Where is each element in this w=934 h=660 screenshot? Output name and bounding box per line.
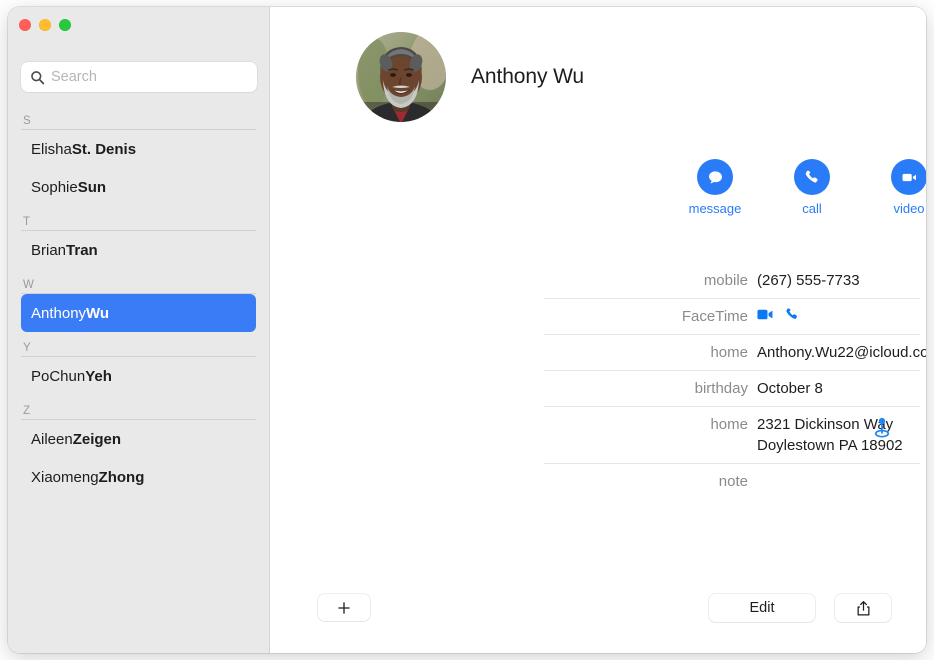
- zoom-window-button[interactable]: [59, 19, 71, 31]
- edit-button-label: Edit: [749, 600, 775, 616]
- field-value: 2321 Dickinson Way Doylestown PA 18902: [757, 414, 920, 456]
- video-action-label: video: [893, 201, 925, 216]
- contact-row[interactable]: Elisha St. Denis: [21, 130, 256, 168]
- field-label: note: [718, 473, 748, 490]
- field-row-home[interactable]: home 2321 Dickinson Way Doylestown PA 1890…: [544, 407, 920, 464]
- search-field[interactable]: [21, 62, 257, 92]
- field-label: home: [710, 416, 748, 433]
- section-header-s: S: [21, 107, 256, 130]
- field-value: Anthony.Wu22@icloud.com: [757, 344, 926, 361]
- quick-actions: messagecallvideomail: [689, 159, 926, 216]
- contact-photo-illustration: [356, 32, 446, 122]
- contacts-window: SElisha St. DenisSophie SunTBrian TranWA…: [8, 7, 926, 653]
- contact-last-name: Wu: [86, 304, 110, 322]
- address-line-2: Doylestown PA 18902: [757, 437, 903, 454]
- contact-last-name: Zhong: [98, 468, 145, 486]
- contact-row[interactable]: Sophie Sun: [21, 168, 256, 206]
- field-label: mobile: [703, 272, 748, 289]
- contact-last-name: Tran: [66, 241, 98, 259]
- contact-fields: mobile (267) 555-7733 FaceTime home Anthony.…: [544, 263, 926, 499]
- contact-row[interactable]: Xiaomeng Zhong: [21, 458, 256, 496]
- contact-row[interactable]: PoChun Yeh: [21, 357, 256, 395]
- field-row-note[interactable]: note: [544, 464, 920, 499]
- close-window-button[interactable]: [19, 19, 31, 31]
- contact-header: Anthony Wu: [356, 32, 584, 122]
- field-label: FaceTime: [681, 308, 748, 325]
- message-action-label: message: [688, 201, 742, 216]
- message-bubble-icon: [697, 159, 733, 195]
- contact-last-name: Yeh: [85, 367, 112, 385]
- sidebar: SElisha St. DenisSophie SunTBrian TranWA…: [8, 7, 270, 653]
- contact-list[interactable]: S Elisha St. Denis Sophie Sun T Brian Tran W A…: [8, 107, 269, 653]
- message-action-button[interactable]: message: [689, 159, 741, 216]
- phone-icon: [794, 159, 830, 195]
- contact-first-name: Aileen: [31, 430, 73, 448]
- share-icon: [857, 600, 869, 615]
- call-action-label: call: [802, 201, 822, 216]
- field-value: October 8: [757, 380, 823, 397]
- contact-first-name: Brian: [31, 241, 67, 259]
- field-label: home: [710, 344, 748, 361]
- contact-row[interactable]: Brian Tran: [21, 231, 256, 269]
- facetime-audio-icon[interactable]: [784, 306, 800, 322]
- contact-detail-pane: Anthony Wu messagecallvideomail mobile(2…: [270, 7, 926, 653]
- contact-last-name: St. Denis: [71, 140, 137, 158]
- field-row-mobile[interactable]: mobile (267) 555-7733: [544, 263, 920, 299]
- field-row-facetime[interactable]: FaceTime: [544, 299, 920, 335]
- contact-row[interactable]: Anthony Wu: [21, 294, 256, 332]
- map-pin-button[interactable]: [873, 417, 891, 439]
- contact-name: Anthony Wu: [471, 65, 585, 88]
- section-header-y: Y: [21, 332, 256, 357]
- contact-first-name: Xiaomeng: [31, 468, 99, 486]
- contact-first-name: PoChun: [31, 367, 86, 385]
- field-value: (267) 555-7733: [757, 272, 860, 289]
- facetime-icons[interactable]: [757, 306, 920, 322]
- traffic-lights: [19, 19, 71, 31]
- field-label: birthday: [694, 380, 748, 397]
- field-row-birthday[interactable]: birthday October 8: [544, 371, 920, 407]
- plus-icon: [338, 601, 350, 614]
- bottom-toolbar: Edit: [270, 581, 926, 653]
- contact-last-name: Zeigen: [72, 430, 122, 448]
- section-header-w: W: [21, 269, 256, 294]
- section-header-z: Z: [21, 395, 256, 420]
- share-button[interactable]: [835, 594, 891, 622]
- address-line-1: 2321 Dickinson Way: [757, 416, 894, 433]
- search-input[interactable]: [51, 62, 249, 92]
- field-row-home[interactable]: home Anthony.Wu22@icloud.com: [544, 335, 926, 371]
- add-contact-button[interactable]: [318, 594, 370, 621]
- contact-first-name: Sophie: [31, 178, 78, 196]
- contact-row[interactable]: Aileen Zeigen: [21, 420, 256, 458]
- avatar[interactable]: [356, 32, 446, 122]
- map-pin-icon[interactable]: [873, 417, 891, 439]
- call-action-button[interactable]: call: [791, 159, 833, 216]
- contact-last-name: Sun: [77, 178, 107, 196]
- contact-first-name: Anthony: [31, 304, 87, 322]
- minimize-window-button[interactable]: [39, 19, 51, 31]
- section-header-t: T: [21, 206, 256, 231]
- edit-button[interactable]: Edit: [709, 594, 815, 622]
- facetime-video-icon[interactable]: [757, 308, 775, 321]
- video-action-button[interactable]: video: [888, 159, 926, 216]
- video-camera-icon: [891, 159, 926, 195]
- contact-first-name: Elisha: [31, 140, 72, 158]
- search-icon: [29, 69, 45, 85]
